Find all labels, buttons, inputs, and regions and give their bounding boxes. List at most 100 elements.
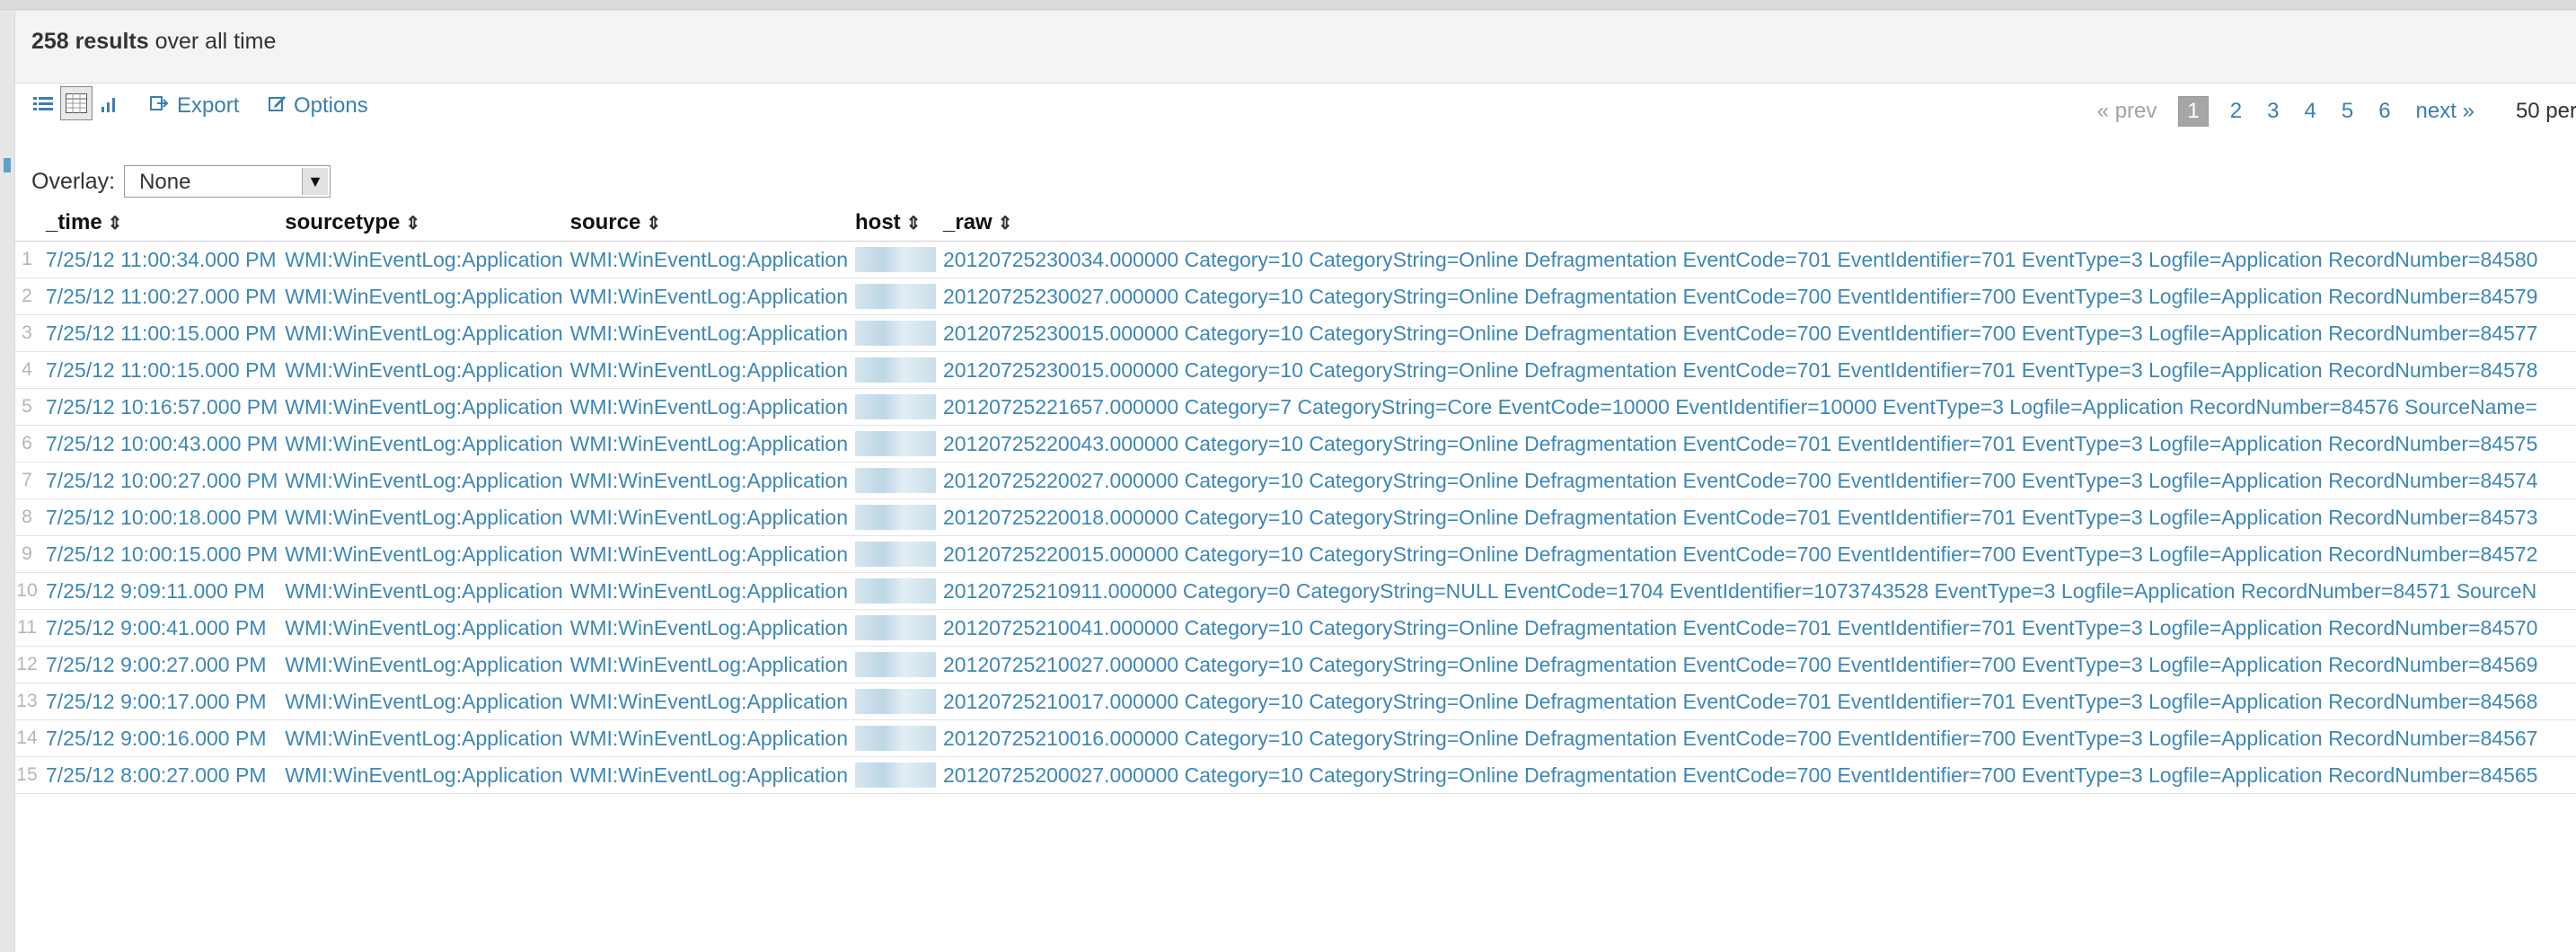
source-cell[interactable]: WMI:WinEventLog:Application (562, 314, 848, 352)
raw-cell[interactable]: 20120725210041.000000 Category=10 Catego… (936, 609, 2576, 647)
edit-icon (269, 93, 287, 119)
table-row[interactable]: 11 7/25/12 9:00:41.000 PM WMI:WinEventLog:… (15, 609, 2576, 647)
column-header-host[interactable]: host ⇕ (848, 205, 936, 242)
per-page-select[interactable]: 50 per (2516, 99, 2576, 124)
dropdown-arrow-icon[interactable]: ▼ (302, 168, 329, 195)
table-row[interactable]: 8 7/25/12 10:00:18.000 PM WMI:WinEventLog:… (15, 498, 2576, 536)
table-row[interactable]: 6 7/25/12 10:00:43.000 PM WMI:WinEventLog:… (15, 425, 2576, 463)
source-cell[interactable]: WMI:WinEventLog:Application (562, 683, 848, 720)
raw-cell[interactable]: 20120725210911.000000 Category=0 Categor… (936, 572, 2576, 610)
sourcetype-cell[interactable]: WMI:WinEventLog:Application (278, 278, 563, 315)
sourcetype-cell[interactable]: WMI:WinEventLog:Application (278, 646, 563, 683)
source-cell[interactable]: WMI:WinEventLog:Application (562, 646, 848, 683)
raw-cell[interactable]: 20120725220015.000000 Category=10 Catego… (936, 535, 2576, 573)
sourcetype-cell[interactable]: WMI:WinEventLog:Application (278, 498, 563, 536)
time-cell[interactable]: 7/25/12 9:00:27.000 PM (38, 646, 278, 683)
source-cell[interactable]: WMI:WinEventLog:Application (562, 351, 848, 389)
table-row[interactable]: 9 7/25/12 10:00:15.000 PM WMI:WinEventLog:… (15, 535, 2576, 573)
time-cell[interactable]: 7/25/12 10:00:15.000 PM (38, 535, 278, 573)
table-row[interactable]: 14 7/25/12 9:00:16.000 PM WMI:WinEventLog:… (15, 719, 2576, 757)
table-row[interactable]: 2 7/25/12 11:00:27.000 PM WMI:WinEventLog:… (15, 278, 2576, 315)
raw-cell[interactable]: 20120725220018.000000 Category=10 Catego… (936, 498, 2576, 536)
next-page-link[interactable]: next » (2416, 99, 2475, 124)
raw-cell[interactable]: 20120725220027.000000 Category=10 Catego… (936, 462, 2576, 499)
host-redacted (855, 726, 936, 751)
page-link-3[interactable]: 3 (2267, 99, 2279, 124)
export-button[interactable]: Export (150, 93, 239, 119)
sourcetype-cell[interactable]: WMI:WinEventLog:Application (278, 462, 563, 499)
sourcetype-cell[interactable]: WMI:WinEventLog:Application (278, 351, 563, 389)
time-cell[interactable]: 7/25/12 11:00:27.000 PM (38, 278, 278, 315)
table-row[interactable]: 13 7/25/12 9:00:17.000 PM WMI:WinEventLog:… (15, 683, 2576, 720)
source-cell[interactable]: WMI:WinEventLog:Application (562, 719, 848, 757)
sourcetype-cell[interactable]: WMI:WinEventLog:Application (278, 425, 563, 463)
raw-cell[interactable]: 20120725210017.000000 Category=10 Catego… (936, 683, 2576, 720)
table-row[interactable]: 10 7/25/12 9:09:11.000 PM WMI:WinEventLog:… (15, 572, 2576, 610)
raw-cell[interactable]: 20120725230015.000000 Category=10 Catego… (936, 314, 2576, 352)
time-cell[interactable]: 7/25/12 11:00:15.000 PM (38, 314, 278, 352)
page-link-4[interactable]: 4 (2304, 99, 2316, 124)
list-view-icon[interactable] (31, 86, 55, 122)
page-link-5[interactable]: 5 (2342, 99, 2353, 124)
source-cell[interactable]: WMI:WinEventLog:Application (562, 609, 848, 647)
host-redacted (855, 689, 936, 714)
time-cell[interactable]: 7/25/12 9:00:17.000 PM (38, 683, 278, 720)
column-header-raw[interactable]: _raw ⇕ (936, 205, 2576, 242)
source-cell[interactable]: WMI:WinEventLog:Application (562, 241, 848, 278)
time-cell[interactable]: 7/25/12 10:16:57.000 PM (38, 388, 278, 426)
raw-cell[interactable]: 20120725220043.000000 Category=10 Catego… (936, 425, 2576, 463)
source-cell[interactable]: WMI:WinEventLog:Application (562, 278, 848, 315)
source-cell[interactable]: WMI:WinEventLog:Application (562, 498, 848, 536)
source-cell[interactable]: WMI:WinEventLog:Application (562, 535, 848, 573)
time-cell[interactable]: 7/25/12 8:00:27.000 PM (38, 756, 278, 794)
column-header-sourcetype[interactable]: sourcetype ⇕ (278, 205, 563, 242)
options-button[interactable]: Options (269, 93, 368, 119)
time-cell[interactable]: 7/25/12 10:00:18.000 PM (38, 498, 278, 536)
table-view-icon[interactable] (60, 86, 93, 120)
table-row[interactable]: 4 7/25/12 11:00:15.000 PM WMI:WinEventLog:… (15, 351, 2576, 389)
raw-cell[interactable]: 20120725230015.000000 Category=10 Catego… (936, 351, 2576, 389)
table-row[interactable]: 1 7/25/12 11:00:34.000 PM WMI:WinEventLog:… (15, 241, 2576, 278)
sourcetype-cell[interactable]: WMI:WinEventLog:Application (278, 683, 563, 720)
time-cell[interactable]: 7/25/12 11:00:34.000 PM (38, 241, 278, 278)
raw-cell[interactable]: 20120725210016.000000 Category=10 Catego… (936, 719, 2576, 757)
page-link-6[interactable]: 6 (2378, 99, 2390, 124)
overlay-select[interactable]: None ▼ (124, 165, 331, 198)
sourcetype-cell[interactable]: WMI:WinEventLog:Application (278, 572, 563, 610)
column-header-time[interactable]: _time ⇕ (38, 205, 278, 242)
source-cell[interactable]: WMI:WinEventLog:Application (562, 756, 848, 794)
source-cell[interactable]: WMI:WinEventLog:Application (562, 425, 848, 463)
raw-cell[interactable]: 20120725200027.000000 Category=10 Catego… (936, 756, 2576, 794)
sourcetype-cell[interactable]: WMI:WinEventLog:Application (278, 756, 563, 794)
row-number: 13 (15, 683, 39, 720)
source-cell[interactable]: WMI:WinEventLog:Application (562, 572, 848, 610)
table-row[interactable]: 15 7/25/12 8:00:27.000 PM WMI:WinEventLog:… (15, 756, 2576, 794)
chart-view-icon[interactable] (98, 86, 121, 122)
time-cell[interactable]: 7/25/12 9:00:41.000 PM (38, 609, 278, 647)
page-link-2[interactable]: 2 (2230, 99, 2242, 124)
sourcetype-cell[interactable]: WMI:WinEventLog:Application (278, 314, 563, 352)
sourcetype-cell[interactable]: WMI:WinEventLog:Application (278, 388, 563, 426)
sourcetype-cell[interactable]: WMI:WinEventLog:Application (278, 535, 563, 573)
table-row[interactable]: 3 7/25/12 11:00:15.000 PM WMI:WinEventLog:… (15, 314, 2576, 352)
time-cell[interactable]: 7/25/12 10:00:43.000 PM (38, 425, 278, 463)
page-link-1[interactable]: 1 (2178, 96, 2209, 127)
raw-cell[interactable]: 20120725230034.000000 Category=10 Catego… (936, 241, 2576, 278)
sourcetype-cell[interactable]: WMI:WinEventLog:Application (278, 609, 563, 647)
column-header-source[interactable]: source ⇕ (562, 205, 848, 242)
raw-cell[interactable]: 20120725221657.000000 Category=7 Categor… (936, 388, 2576, 426)
time-cell[interactable]: 7/25/12 9:09:11.000 PM (38, 572, 278, 610)
time-cell[interactable]: 7/25/12 11:00:15.000 PM (38, 351, 278, 389)
raw-cell[interactable]: 20120725230027.000000 Category=10 Catego… (936, 278, 2576, 315)
source-cell[interactable]: WMI:WinEventLog:Application (562, 462, 848, 499)
time-cell[interactable]: 7/25/12 9:00:16.000 PM (38, 719, 278, 757)
raw-cell[interactable]: 20120725210027.000000 Category=10 Catego… (936, 646, 2576, 683)
sourcetype-cell[interactable]: WMI:WinEventLog:Application (278, 241, 563, 278)
sourcetype-cell[interactable]: WMI:WinEventLog:Application (278, 719, 563, 757)
time-cell[interactable]: 7/25/12 10:00:27.000 PM (38, 462, 278, 499)
table-row[interactable]: 5 7/25/12 10:16:57.000 PM WMI:WinEventLog:… (15, 388, 2576, 426)
prev-page-link[interactable]: « prev (2097, 99, 2157, 124)
table-row[interactable]: 12 7/25/12 9:00:27.000 PM WMI:WinEventLog:… (15, 646, 2576, 683)
table-row[interactable]: 7 7/25/12 10:00:27.000 PM WMI:WinEventLog:… (15, 462, 2576, 499)
source-cell[interactable]: WMI:WinEventLog:Application (562, 388, 848, 426)
